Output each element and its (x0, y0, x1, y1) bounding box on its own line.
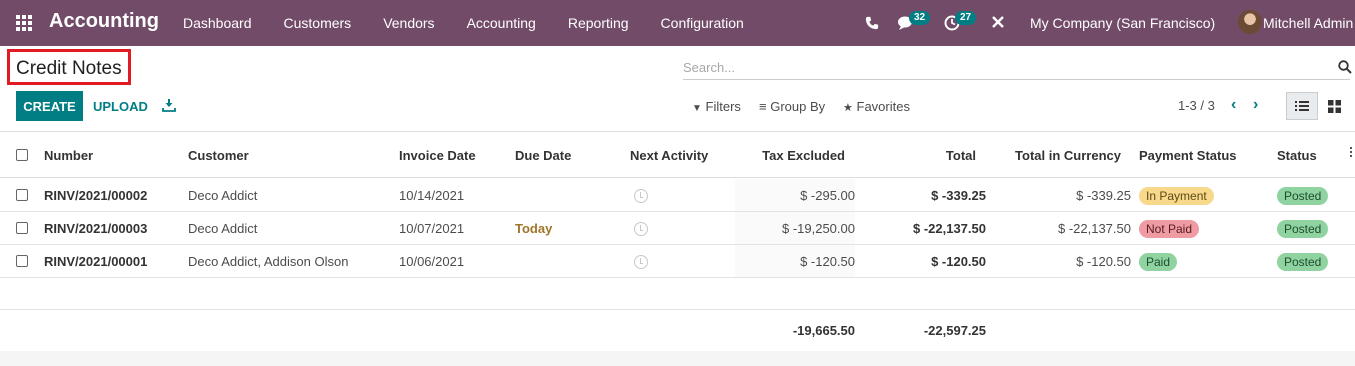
header-payment-status[interactable]: Payment Status (1139, 148, 1237, 163)
row-total-currency: $ -22,137.50 (1057, 221, 1131, 236)
table-footer-totals: -19,665.50 -22,597.25 (0, 309, 1355, 351)
payment-status-badge: In Payment (1139, 187, 1214, 205)
row-invoice-date: 10/07/2021 (399, 221, 465, 236)
top-navbar: Accounting Dashboard Customers Vendors A… (0, 0, 1355, 46)
star-icon: ★ (843, 102, 853, 114)
kanban-view-icon (1327, 99, 1341, 113)
header-status[interactable]: Status (1277, 148, 1317, 163)
row-total-currency: $ -120.50 (1076, 254, 1131, 269)
favorites-dropdown[interactable]: ★ Favorites (843, 99, 910, 114)
search-input[interactable] (683, 56, 1350, 80)
row-customer: Deco Addict, Addison Olson (188, 254, 349, 269)
row-total: $ -339.25 (931, 188, 986, 203)
row-number: RINV/2021/00001 (44, 254, 148, 269)
credit-notes-table: Number Customer Invoice Date Due Date Ne… (0, 131, 1355, 351)
row-invoice-date: 10/14/2021 (399, 188, 465, 203)
menu-item-vendors[interactable]: Vendors (383, 15, 434, 31)
user-avatar[interactable] (1238, 10, 1262, 34)
activity-clock-icon[interactable] (634, 255, 648, 269)
row-tax-excluded: $ -120.50 (800, 254, 855, 269)
menu-item-reporting[interactable]: Reporting (568, 15, 629, 31)
table-row[interactable]: RINV/2021/00001 Deco Addict, Addison Ols… (0, 245, 1355, 278)
row-total: $ -22,137.50 (912, 221, 986, 236)
row-checkbox[interactable] (16, 222, 28, 234)
filter-icon: ▼ (692, 103, 702, 114)
download-icon[interactable] (162, 98, 176, 112)
search-icon[interactable] (1338, 60, 1352, 74)
groupby-dropdown[interactable]: ≡ Group By (759, 99, 825, 114)
menu-item-accounting[interactable]: Accounting (467, 15, 536, 31)
header-number[interactable]: Number (44, 148, 93, 163)
header-total[interactable]: Total (946, 148, 976, 163)
row-total-currency: $ -339.25 (1076, 188, 1131, 203)
upload-button[interactable]: UPLOAD (93, 99, 148, 114)
header-due-date[interactable]: Due Date (515, 148, 571, 163)
status-badge: Posted (1277, 187, 1329, 205)
company-switcher[interactable]: My Company (San Francisco) (1030, 15, 1215, 31)
create-button[interactable]: CREATE (16, 91, 83, 121)
row-invoice-date: 10/06/2021 (399, 254, 465, 269)
close-icon[interactable] (991, 14, 1005, 30)
payment-status-badge: Paid (1139, 253, 1178, 271)
row-customer: Deco Addict (188, 221, 258, 236)
header-next-activity[interactable]: Next Activity (630, 148, 708, 163)
status-badge: Posted (1277, 253, 1329, 271)
sum-total: -22,597.25 (923, 323, 986, 338)
page-title: Credit Notes (16, 58, 122, 79)
row-due-date: Today (515, 221, 553, 236)
sum-tax-excluded: -19,665.50 (792, 323, 855, 338)
select-all-checkbox[interactable] (16, 149, 28, 161)
header-total-currency[interactable]: Total in Currency (1015, 148, 1121, 163)
pager-value[interactable]: 1-3 / 3 (1178, 98, 1215, 113)
table-header-row: Number Customer Invoice Date Due Date Ne… (0, 131, 1355, 178)
activity-clock-icon[interactable] (634, 222, 648, 236)
main-menu: Dashboard Customers Vendors Accounting R… (183, 15, 776, 31)
phone-icon[interactable] (865, 15, 879, 31)
kanban-view-button[interactable] (1320, 92, 1348, 120)
optional-columns-icon[interactable] (1350, 147, 1353, 161)
row-number: RINV/2021/00002 (44, 188, 148, 203)
row-tax-excluded: $ -19,250.00 (781, 221, 855, 236)
pager-previous-icon[interactable]: ‹ (1231, 96, 1236, 114)
header-tax-excluded[interactable]: Tax Excluded (762, 148, 845, 163)
row-tax-excluded: $ -295.00 (800, 188, 855, 203)
header-invoice-date[interactable]: Invoice Date (399, 148, 476, 163)
menu-item-configuration[interactable]: Configuration (661, 15, 744, 31)
chat-count-badge: 32 (909, 11, 931, 25)
table-row[interactable]: RINV/2021/00003 Deco Addict 10/07/2021 T… (0, 212, 1355, 245)
row-checkbox[interactable] (16, 189, 28, 201)
payment-status-badge: Not Paid (1139, 220, 1200, 238)
row-total: $ -120.50 (931, 254, 986, 269)
table-row[interactable]: RINV/2021/00002 Deco Addict 10/14/2021 $… (0, 179, 1355, 212)
user-menu[interactable]: Mitchell Admin (1263, 15, 1353, 31)
list-view-button[interactable] (1286, 92, 1318, 120)
row-checkbox[interactable] (16, 255, 28, 267)
menu-item-customers[interactable]: Customers (284, 15, 352, 31)
list-view-icon (1295, 101, 1309, 111)
menu-item-dashboard[interactable]: Dashboard (183, 15, 252, 31)
header-customer[interactable]: Customer (188, 148, 249, 163)
apps-menu-icon[interactable] (16, 15, 32, 31)
row-number: RINV/2021/00003 (44, 221, 148, 236)
row-customer: Deco Addict (188, 188, 258, 203)
bottom-strip (0, 351, 1355, 366)
filters-dropdown[interactable]: ▼ Filters (692, 99, 741, 114)
activity-count-badge: 27 (955, 11, 977, 25)
pager-next-icon[interactable]: › (1253, 96, 1258, 114)
activity-clock-icon[interactable] (634, 189, 648, 203)
groupby-icon: ≡ (759, 99, 767, 114)
status-badge: Posted (1277, 220, 1329, 238)
app-brand[interactable]: Accounting (49, 10, 159, 33)
